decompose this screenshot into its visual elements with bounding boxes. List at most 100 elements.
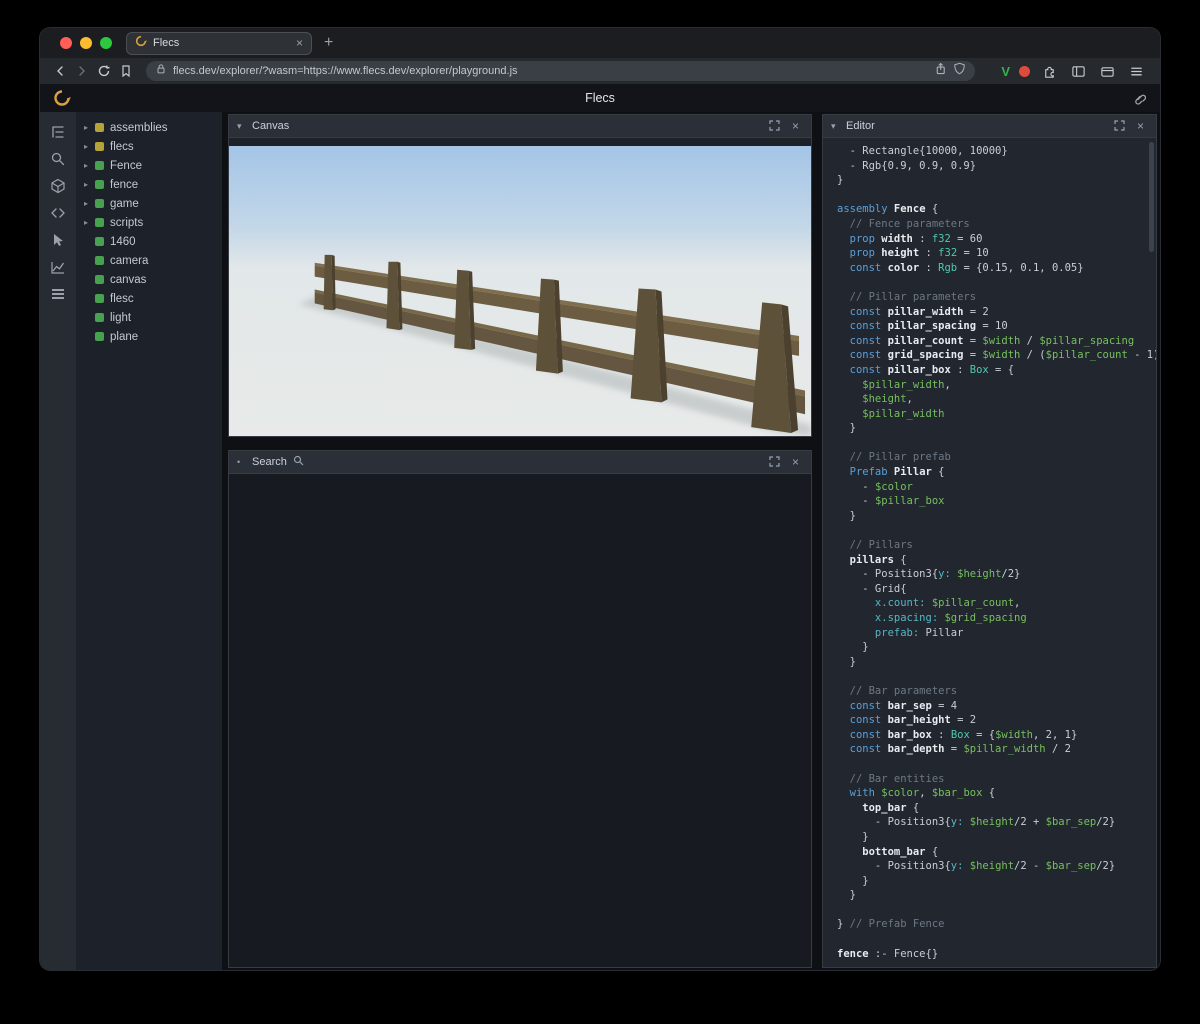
expand-arrow-icon[interactable]: ▸ xyxy=(84,161,95,170)
code-line: pillars { xyxy=(837,553,907,566)
expand-arrow-icon[interactable]: ▸ xyxy=(84,123,95,132)
entity-type-icon xyxy=(95,199,104,208)
tree-item-label: 1460 xyxy=(110,235,136,248)
editor-scrollbar[interactable] xyxy=(1149,142,1154,252)
code-line: const pillar_width = 2 xyxy=(837,305,989,318)
search-results-area[interactable] xyxy=(229,474,811,967)
code-line: const color : Rgb = {0.15, 0.1, 0.05} xyxy=(837,261,1084,274)
tree-item-flecs[interactable]: ▸ flecs xyxy=(76,137,222,156)
tree-item-plane[interactable]: plane xyxy=(76,327,222,346)
search-panel-header[interactable]: • Search × xyxy=(229,451,811,474)
code-line: - Rectangle{10000, 10000} xyxy=(837,145,1008,157)
record-dot-icon[interactable] xyxy=(1019,65,1030,77)
shield-icon[interactable] xyxy=(953,62,966,80)
tree-item-assemblies[interactable]: ▸ assemblies xyxy=(76,118,222,137)
code-line: const bar_height = 2 xyxy=(837,714,977,727)
expand-arrow-icon[interactable]: ▸ xyxy=(84,199,95,208)
expand-arrow-icon[interactable]: ▸ xyxy=(84,218,95,227)
code-line: } xyxy=(837,655,856,668)
expand-arrow-icon[interactable]: ▸ xyxy=(84,142,95,151)
expand-arrow-icon[interactable]: ▸ xyxy=(84,180,95,189)
extensions-puzzle-icon[interactable] xyxy=(1039,62,1059,80)
code-line: prop height : f32 = 10 xyxy=(837,247,989,260)
memory-bars-icon[interactable] xyxy=(50,286,66,302)
tree-item-label: flesc xyxy=(110,292,134,305)
stats-chart-icon[interactable] xyxy=(50,259,66,275)
lock-icon xyxy=(155,62,167,80)
entity-type-icon xyxy=(95,142,104,151)
tree-view-icon[interactable] xyxy=(50,124,66,140)
code-line: - Position3{y: $height/2 - $bar_sep/2} xyxy=(837,860,1116,873)
wallet-icon[interactable] xyxy=(1097,62,1117,80)
entities-cube-icon[interactable] xyxy=(50,178,66,194)
search-icon[interactable] xyxy=(50,151,66,167)
collapse-caret-icon[interactable]: ▾ xyxy=(831,121,840,132)
code-line: } xyxy=(837,422,856,435)
code-line: - $color xyxy=(837,480,913,493)
tree-item-camera[interactable]: camera xyxy=(76,251,222,270)
tree-item-Fence[interactable]: ▸ Fence xyxy=(76,156,222,175)
code-line: fence :- Fence{} xyxy=(837,947,939,960)
link-icon[interactable] xyxy=(1132,91,1147,110)
code-line: // Fence parameters xyxy=(837,217,970,230)
code-line: const bar_box : Box = {$width, 2, 1} xyxy=(837,728,1078,741)
extension-v-icon[interactable]: V xyxy=(1001,64,1010,79)
expand-panel-icon[interactable] xyxy=(1112,119,1127,133)
tree-item-label: flecs xyxy=(110,140,134,153)
editor-panel-header[interactable]: ▾ Editor × xyxy=(823,115,1156,138)
tree-item-scripts[interactable]: ▸ scripts xyxy=(76,213,222,232)
window-close-button[interactable] xyxy=(60,37,72,49)
canvas-panel-title: Canvas xyxy=(252,120,290,132)
tree-item-canvas[interactable]: canvas xyxy=(76,270,222,289)
app-content: ▸ assemblies ▸ flecs ▸ Fence ▸ fence ▸ game ▸ scrip… xyxy=(40,112,1160,970)
tree-item-flesc[interactable]: flesc xyxy=(76,289,222,308)
close-panel-icon[interactable]: × xyxy=(788,120,803,132)
tree-item-fence[interactable]: ▸ fence xyxy=(76,175,222,194)
new-tab-button[interactable]: + xyxy=(324,35,333,51)
code-line: } xyxy=(837,174,844,187)
entity-type-icon xyxy=(95,275,104,284)
back-icon[interactable] xyxy=(50,62,70,80)
tree-item-game[interactable]: ▸ game xyxy=(76,194,222,213)
expand-panel-icon[interactable] xyxy=(767,119,782,133)
code-line: - Position3{y: $height/2 + $bar_sep/2} xyxy=(837,816,1116,829)
address-bar[interactable]: flecs.dev/explorer/?wasm=https://www.fle… xyxy=(146,61,976,81)
code-editor[interactable]: - Rectangle{10000, 10000} - Rgb{0.9, 0.9… xyxy=(823,138,1156,967)
editor-panel-title: Editor xyxy=(846,120,875,132)
inspect-cursor-icon[interactable] xyxy=(50,232,66,248)
tree-item-1460[interactable]: 1460 xyxy=(76,232,222,251)
forward-icon[interactable] xyxy=(72,62,92,80)
code-line: // Pillar parameters xyxy=(837,290,977,303)
window-zoom-button[interactable] xyxy=(100,37,112,49)
reload-icon[interactable] xyxy=(94,62,114,80)
collapse-caret-icon[interactable]: ▾ xyxy=(237,121,246,132)
canvas-3d-view[interactable] xyxy=(229,138,811,436)
browser-toolbar: flecs.dev/explorer/?wasm=https://www.fle… xyxy=(40,58,1160,84)
script-code-icon[interactable] xyxy=(50,205,66,221)
tree-item-label: Fence xyxy=(110,159,142,172)
menu-icon[interactable] xyxy=(1126,62,1146,80)
browser-tab[interactable]: Flecs × xyxy=(126,31,312,55)
tree-item-light[interactable]: light xyxy=(76,308,222,327)
tab-close-icon[interactable]: × xyxy=(296,37,303,49)
share-icon[interactable] xyxy=(934,62,947,80)
tool-rail xyxy=(40,112,76,970)
close-panel-icon[interactable]: × xyxy=(788,456,803,468)
expand-panel-icon[interactable] xyxy=(767,455,782,469)
code-line: bottom_bar { xyxy=(837,845,939,858)
code-line: top_bar { xyxy=(837,801,920,814)
window-minimize-button[interactable] xyxy=(80,37,92,49)
bookmark-icon[interactable] xyxy=(116,62,136,80)
desktop: Flecs × + flecs.dev/explorer/?wasm=https… xyxy=(0,0,1200,1024)
tree-item-label: fence xyxy=(110,178,139,191)
canvas-panel-header[interactable]: ▾ Canvas × xyxy=(229,115,811,138)
close-panel-icon[interactable]: × xyxy=(1133,120,1148,132)
sidebar-toggle-icon[interactable] xyxy=(1068,62,1088,80)
entity-type-icon xyxy=(95,161,104,170)
tree-item-label: light xyxy=(110,311,132,324)
